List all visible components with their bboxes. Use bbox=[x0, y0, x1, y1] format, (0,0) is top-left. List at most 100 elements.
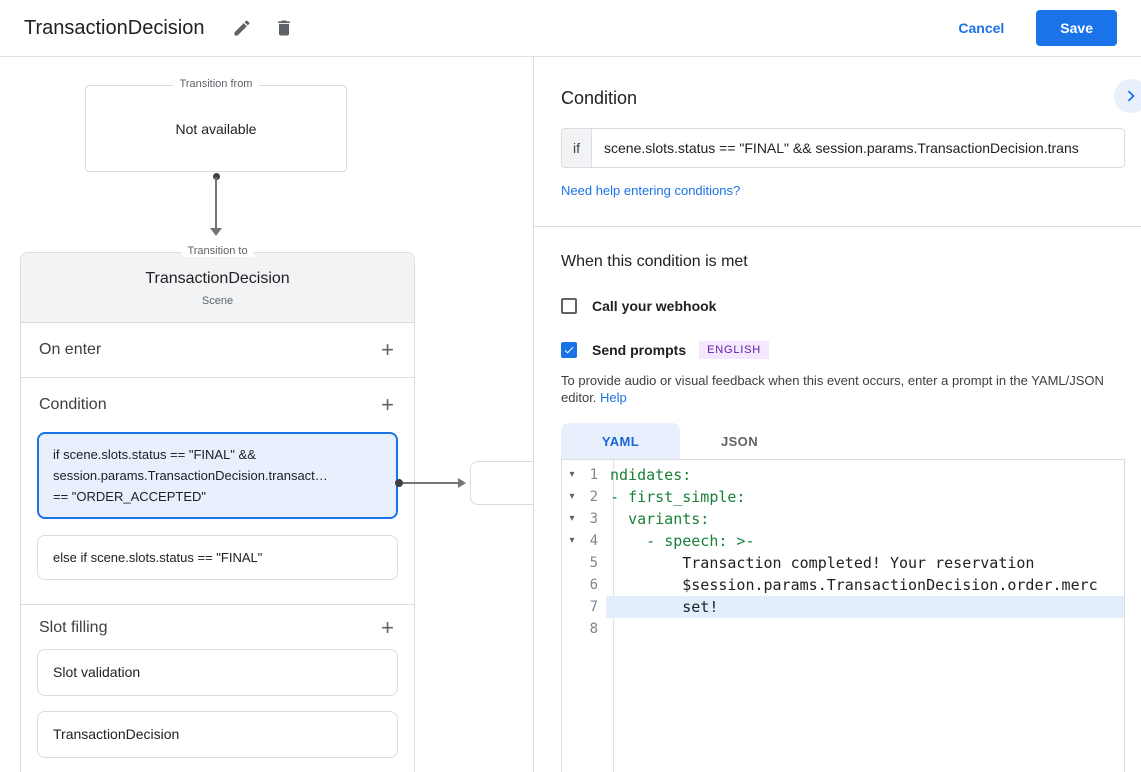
code-line-text: set! bbox=[606, 596, 1124, 618]
send-prompts-label: Send prompts bbox=[592, 342, 687, 358]
condition-card-selected[interactable]: if scene.slots.status == "FINAL" && sess… bbox=[37, 432, 398, 519]
webhook-label: Call your webhook bbox=[592, 298, 717, 314]
language-badge: ENGLISH bbox=[699, 341, 770, 359]
condition-help-link[interactable]: Need help entering conditions? bbox=[561, 183, 740, 198]
slot-card-label: TransactionDecision bbox=[53, 726, 180, 742]
tab-yaml[interactable]: YAML bbox=[561, 423, 680, 459]
slot-validation-card[interactable]: Slot validation bbox=[37, 649, 398, 696]
code-line-text: Transaction completed! Your reservation bbox=[610, 554, 1035, 572]
code-line-text: - first_simple: bbox=[610, 488, 746, 506]
condition-section-label: Condition bbox=[39, 396, 107, 413]
line-number: 5 bbox=[589, 555, 598, 571]
editor-line[interactable]: ▾ 4 - speech: >- bbox=[562, 530, 1124, 552]
help-link[interactable]: Help bbox=[600, 390, 627, 405]
on-enter-label: On enter bbox=[39, 341, 102, 358]
add-slot-button[interactable]: + bbox=[381, 617, 394, 639]
transition-from-node: Transition from Not available bbox=[85, 78, 347, 172]
add-condition-button[interactable]: + bbox=[381, 394, 394, 416]
connector-handle[interactable] bbox=[395, 479, 403, 487]
transition-from-text: Not available bbox=[175, 120, 257, 137]
editor-line[interactable]: 7 set! bbox=[562, 596, 1124, 618]
condition-card-line: if scene.slots.status == "FINAL" && bbox=[53, 447, 256, 462]
line-number: 6 bbox=[589, 577, 598, 593]
condition-panel: Condition if Need help entering conditio… bbox=[533, 57, 1141, 772]
line-number: 3 bbox=[589, 511, 598, 527]
scene-subtitle: Scene bbox=[201, 295, 234, 307]
fold-arrow-icon[interactable]: ▾ bbox=[562, 486, 582, 508]
prompts-description-text: To provide audio or visual feedback when… bbox=[561, 373, 1104, 405]
pencil-icon bbox=[234, 20, 250, 36]
slot-decision-card[interactable]: TransactionDecision bbox=[37, 711, 398, 758]
code-line-text: - speech: >- bbox=[646, 532, 755, 550]
editor-line[interactable]: ▾ 2 - first_simple: bbox=[562, 486, 1124, 508]
header-right: Cancel Save bbox=[950, 10, 1117, 46]
line-number: 1 bbox=[589, 467, 598, 483]
condition-input-group: if bbox=[561, 128, 1125, 168]
panel-title: Condition bbox=[561, 88, 638, 108]
main-content: Transition from Not available Transition… bbox=[0, 57, 1141, 772]
prompts-description: To provide audio or visual feedback when… bbox=[561, 372, 1125, 406]
webhook-checkbox[interactable] bbox=[561, 298, 577, 314]
code-line-text: variants: bbox=[628, 510, 710, 528]
editor-tabs: YAML JSON bbox=[561, 423, 1125, 459]
arrow-down-icon bbox=[210, 228, 222, 236]
arrow-right-icon bbox=[458, 478, 466, 488]
delete-scene-button[interactable] bbox=[266, 10, 302, 46]
connector-line-down bbox=[215, 177, 217, 230]
condition-card-else[interactable]: else if scene.slots.status == "FINAL" bbox=[37, 535, 398, 580]
code-line-text: $session.params.TransactionDecision.orde… bbox=[610, 576, 1098, 594]
fold-arrow-icon[interactable]: ▾ bbox=[562, 508, 582, 530]
line-number: 2 bbox=[589, 489, 598, 505]
code-editor[interactable]: ▾ 1 ndidates: ▾ 2 - first_simple: ▾ 3 variants:… bbox=[561, 459, 1125, 772]
chevron-right-icon bbox=[1127, 90, 1135, 102]
when-met-title: When this condition is met bbox=[561, 253, 748, 270]
transition-target-node[interactable] bbox=[470, 461, 533, 505]
line-number: 8 bbox=[589, 621, 598, 637]
scene-header: TransactionDecision Scene bbox=[21, 253, 414, 323]
collapse-panel-button[interactable] bbox=[1114, 79, 1141, 113]
editor-line[interactable]: 6 $session.params.TransactionDecision.or… bbox=[562, 574, 1124, 596]
page-title: TransactionDecision bbox=[24, 16, 205, 39]
fold-arrow-icon[interactable]: ▾ bbox=[562, 464, 582, 486]
condition-section-row[interactable]: Condition + bbox=[21, 378, 414, 432]
slot-filling-row[interactable]: Slot filling + bbox=[21, 605, 414, 649]
condition-input[interactable] bbox=[591, 128, 1125, 168]
transition-from-label: Transition from bbox=[173, 78, 259, 90]
fold-arrow-icon[interactable]: ▾ bbox=[562, 530, 582, 552]
editor-line[interactable]: ▾ 3 variants: bbox=[562, 508, 1124, 530]
header-left: TransactionDecision bbox=[24, 10, 302, 46]
panel-divider bbox=[534, 226, 1141, 227]
on-enter-row[interactable]: On enter + bbox=[21, 323, 414, 377]
flow-canvas: Transition from Not available Transition… bbox=[0, 57, 533, 772]
trash-icon bbox=[278, 20, 291, 36]
webhook-row: Call your webhook bbox=[561, 298, 1125, 314]
edit-title-button[interactable] bbox=[224, 10, 260, 46]
transition-to-label: Transition to bbox=[181, 245, 254, 257]
editor-line[interactable]: 8 bbox=[562, 618, 1124, 640]
condition-help-row: Need help entering conditions? bbox=[561, 182, 1125, 200]
tab-json[interactable]: JSON bbox=[680, 423, 799, 459]
send-prompts-checkbox[interactable] bbox=[561, 342, 577, 358]
slot-card-label: Slot validation bbox=[53, 664, 141, 680]
save-button[interactable]: Save bbox=[1036, 10, 1117, 46]
line-number: 4 bbox=[589, 533, 598, 549]
check-icon bbox=[564, 346, 574, 354]
header: TransactionDecision Cancel Save bbox=[0, 0, 1141, 57]
line-number: 7 bbox=[589, 599, 598, 615]
if-label: if bbox=[561, 128, 591, 168]
condition-card-line: == "ORDER_ACCEPTED" bbox=[53, 489, 206, 504]
condition-card-line: session.params.TransactionDecision.trans… bbox=[53, 468, 328, 483]
code-line-text: ndidates: bbox=[610, 466, 692, 484]
editor-line[interactable]: ▾ 1 ndidates: bbox=[562, 464, 1124, 486]
editor-line[interactable]: 5 Transaction completed! Your reservatio… bbox=[562, 552, 1124, 574]
add-on-enter-button[interactable]: + bbox=[381, 339, 394, 361]
cancel-button[interactable]: Cancel bbox=[950, 12, 1012, 44]
scene-node: Transition to TransactionDecision Scene … bbox=[20, 245, 415, 772]
scene-title: TransactionDecision bbox=[145, 270, 290, 287]
send-prompts-row: Send prompts ENGLISH bbox=[561, 341, 1125, 359]
